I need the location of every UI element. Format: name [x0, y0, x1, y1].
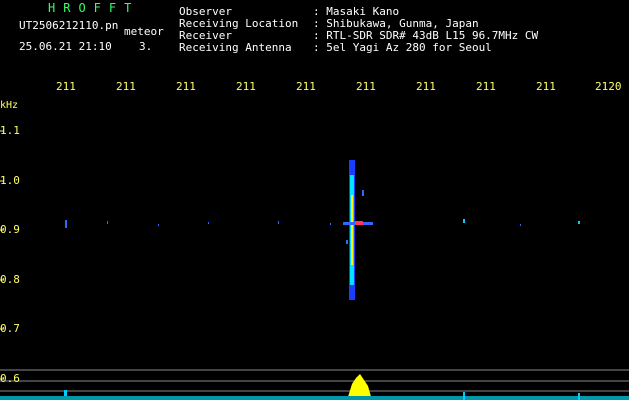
time-tick-label: 211	[536, 80, 556, 93]
time-tick-label: 211	[56, 80, 76, 93]
time-tick-label: 211	[296, 80, 316, 93]
filename: UT2506212110.pn	[19, 19, 119, 32]
left-axis-ticks	[0, 130, 4, 380]
freq-unit: kHz	[0, 100, 19, 111]
time-tick-label: 211	[176, 80, 196, 93]
spectrogram-plot	[0, 130, 629, 400]
mode-label: meteor	[124, 25, 164, 38]
count: 3.	[139, 40, 153, 53]
time-tick-label: 211	[236, 80, 256, 93]
time-tick-label: 2120	[595, 80, 622, 93]
time-tick-label: 211	[356, 80, 376, 93]
time-tick-label: 211	[476, 80, 496, 93]
datetime: 25.06.21 21:10	[19, 40, 112, 53]
antenna-value: : 5el Yagi Az 280 for Seoul	[313, 41, 492, 54]
meteor-echo	[343, 160, 373, 300]
noise-dots	[65, 219, 580, 228]
freq-tick-label: 1.0	[0, 174, 20, 187]
freq-tick-label: 0.7	[0, 322, 20, 335]
amplitude-trace	[0, 374, 629, 400]
program-name: HROFFT	[48, 1, 140, 15]
antenna-label: Receiving Antenna	[179, 41, 292, 54]
freq-tick-label: 1.1	[0, 124, 20, 137]
freq-tick-label: 0.6	[0, 372, 20, 385]
freq-tick-label: 0.8	[0, 273, 20, 286]
time-tick-label: 211	[416, 80, 436, 93]
freq-tick-label: 0.9	[0, 223, 20, 236]
time-tick-label: 211	[116, 80, 136, 93]
